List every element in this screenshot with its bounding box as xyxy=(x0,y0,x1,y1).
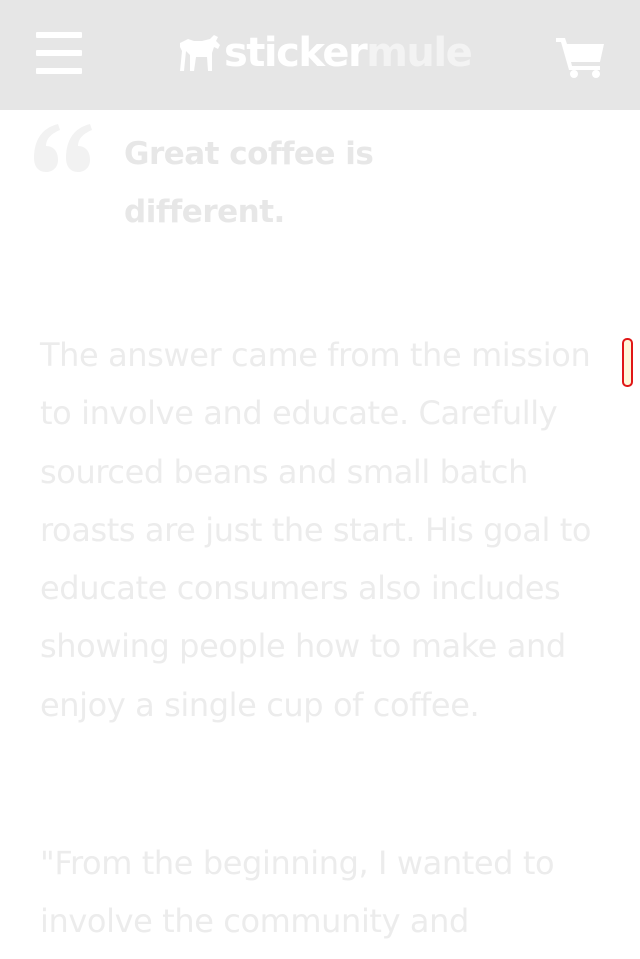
logo-text-sticker: sticker xyxy=(224,30,368,76)
menu-button[interactable] xyxy=(36,32,82,74)
stickermule-logo[interactable]: sticker mule xyxy=(178,30,473,76)
mule-icon xyxy=(180,35,220,71)
article-paragraph: "From the beginning, I wanted to involve… xyxy=(40,844,555,941)
cart-button[interactable] xyxy=(556,36,606,78)
top-navigation-bar: sticker mule xyxy=(0,0,640,110)
pull-quote: Great coffee is different. xyxy=(124,136,374,230)
quote-mark-icon xyxy=(34,124,92,172)
logo-text-mule: mule xyxy=(366,30,473,76)
article-paragraph: The answer came from the mission to invo… xyxy=(40,336,592,724)
scrollbar-thumb[interactable] xyxy=(622,338,633,387)
shopping-cart-icon xyxy=(556,38,604,78)
